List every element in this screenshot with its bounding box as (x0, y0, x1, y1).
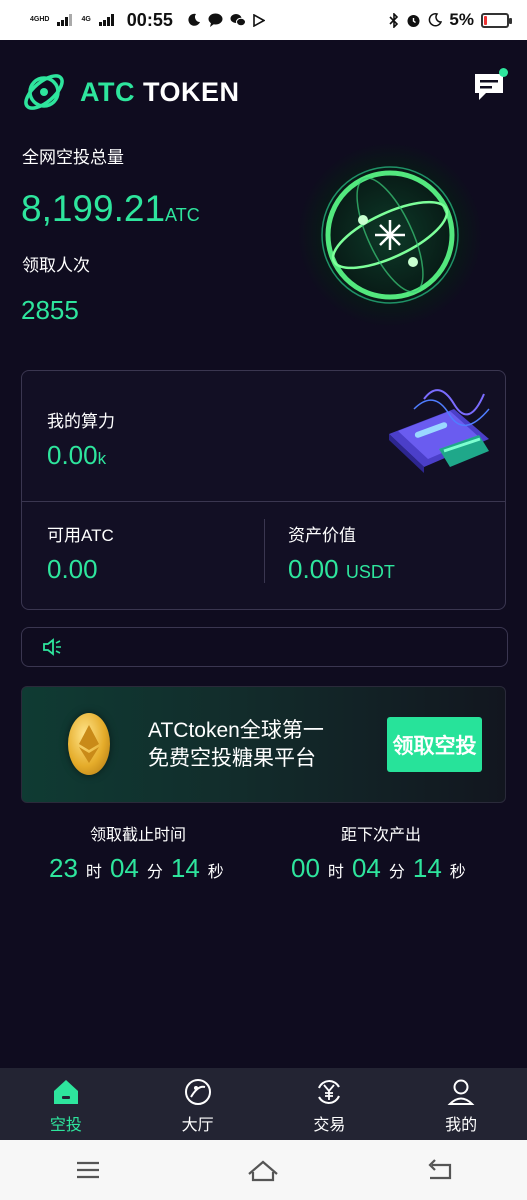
back-icon[interactable] (422, 1156, 456, 1184)
airdrop-banner: ATCtoken全球第一 免费空投糖果平台 领取空投 (21, 686, 506, 803)
status-time: 00:55 (126, 9, 173, 30)
network-indicator-2: 4G (81, 16, 90, 24)
asset-value-amount: 0.00 USDT (288, 554, 395, 585)
next-minutes-unit: 分 (388, 864, 405, 881)
tab-airdrop[interactable]: 空投 (0, 1068, 132, 1140)
deadline-hours-unit: 时 (85, 864, 102, 881)
tab-trade-label: 交易 (313, 1117, 346, 1134)
atc-logo-icon (24, 74, 64, 110)
brand-title: ATC TOKEN (80, 77, 240, 108)
bluetooth-icon (389, 12, 399, 28)
user-icon (447, 1079, 475, 1105)
status-bar: 4GHD 4G 00:55 5% (0, 0, 527, 40)
wechat-icon (230, 14, 246, 27)
brand-accent: ATC (80, 76, 135, 107)
banner-line-1: ATCtoken全球第一 (148, 719, 324, 742)
next-hours: 00 (291, 853, 320, 883)
next-output-countdown: 00 时 04 分 14 秒 (291, 853, 466, 884)
asset-value-label: 资产价值 (288, 526, 356, 545)
tab-mine[interactable]: 我的 (395, 1068, 527, 1140)
banner-slogan: ATCtoken全球第一 免费空投糖果平台 (148, 717, 324, 773)
deadline-countdown: 23 时 04 分 14 秒 (49, 853, 224, 884)
app-header: ATC TOKEN (20, 68, 240, 116)
hashpower-amount: 0.00k (47, 440, 106, 471)
tab-trade[interactable]: 交易 (264, 1068, 396, 1140)
available-atc-label: 可用ATC (47, 526, 114, 545)
asset-unit: USDT (345, 562, 395, 582)
claim-count-label: 领取人次 (22, 256, 90, 275)
deadline-minutes: 04 (109, 853, 139, 883)
card-vertical-divider (264, 519, 265, 583)
network-label-1: 4GHD (30, 16, 50, 23)
next-output-title: 距下次产出 (341, 827, 422, 844)
hashpower-unit: k (97, 449, 107, 468)
do-not-disturb-moon-icon (429, 13, 443, 27)
speaker-icon (43, 638, 61, 656)
total-airdrop-value: 8,199.21 (21, 188, 166, 229)
available-atc-value: 0.00 (47, 554, 98, 584)
battery-icon (481, 12, 512, 28)
asset-value: 0.00 (288, 554, 339, 584)
yuan-exchange-icon (318, 1080, 341, 1104)
bottom-tab-bar: 空投 大厅 交易 我的 (0, 1068, 527, 1140)
message-icon (475, 74, 503, 100)
tab-hall[interactable]: 大厅 (132, 1068, 264, 1140)
claim-airdrop-button[interactable]: 领取空投 (387, 717, 482, 772)
hashpower-label: 我的算力 (47, 412, 115, 431)
tab-hall-label: 大厅 (181, 1117, 214, 1134)
next-seconds: 14 (412, 853, 442, 883)
deadline-seconds-unit: 秒 (207, 864, 224, 881)
deadline-seconds: 14 (170, 853, 200, 883)
next-seconds-unit: 秒 (449, 864, 466, 881)
message-button[interactable] (473, 68, 508, 102)
glowing-planet-icon (298, 143, 482, 327)
planet-icon (184, 1079, 211, 1105)
total-airdrop-label: 全网空投总量 (22, 148, 124, 167)
system-navigation-bar (0, 1140, 527, 1200)
alarm-icon (407, 14, 420, 27)
deadline-hours: 23 (49, 853, 78, 883)
play-store-icon (253, 13, 265, 27)
signal-icon-2 (98, 14, 114, 26)
card-divider (22, 501, 505, 502)
claim-count-value: 2855 (21, 295, 79, 325)
next-hours-unit: 时 (327, 864, 344, 881)
moon-icon (188, 13, 200, 26)
network-label-2: 4G (81, 16, 91, 23)
home-nav-icon[interactable] (246, 1156, 280, 1184)
phone-card-illustration-icon (389, 389, 490, 473)
menu-icon[interactable] (71, 1156, 105, 1184)
signal-icon (57, 14, 73, 26)
account-card: 我的算力 0.00k 可用ATC 0.00 资产价值 0.00 USDT (21, 370, 506, 610)
banner-line-2: 免费空投糖果平台 (148, 747, 316, 770)
total-airdrop-unit: ATC (165, 205, 200, 225)
total-airdrop-amount: 8,199.21ATC (21, 188, 200, 230)
network-indicator: 4GHD (30, 16, 49, 24)
hashpower-value: 0.00 (47, 440, 98, 470)
next-minutes: 04 (351, 853, 381, 883)
message-badge (499, 68, 508, 77)
chat-bubble-icon (208, 13, 223, 27)
home-icon (53, 1080, 78, 1104)
announcement-bar[interactable] (21, 627, 508, 667)
battery-percent: 5% (449, 10, 474, 29)
tab-mine-label: 我的 (445, 1117, 478, 1134)
tab-airdrop-label: 空投 (49, 1117, 82, 1134)
deadline-title: 领取截止时间 (90, 827, 187, 844)
deadline-minutes-unit: 分 (146, 864, 163, 881)
ethereum-coin-icon (68, 713, 110, 775)
brand-rest: TOKEN (135, 76, 240, 107)
